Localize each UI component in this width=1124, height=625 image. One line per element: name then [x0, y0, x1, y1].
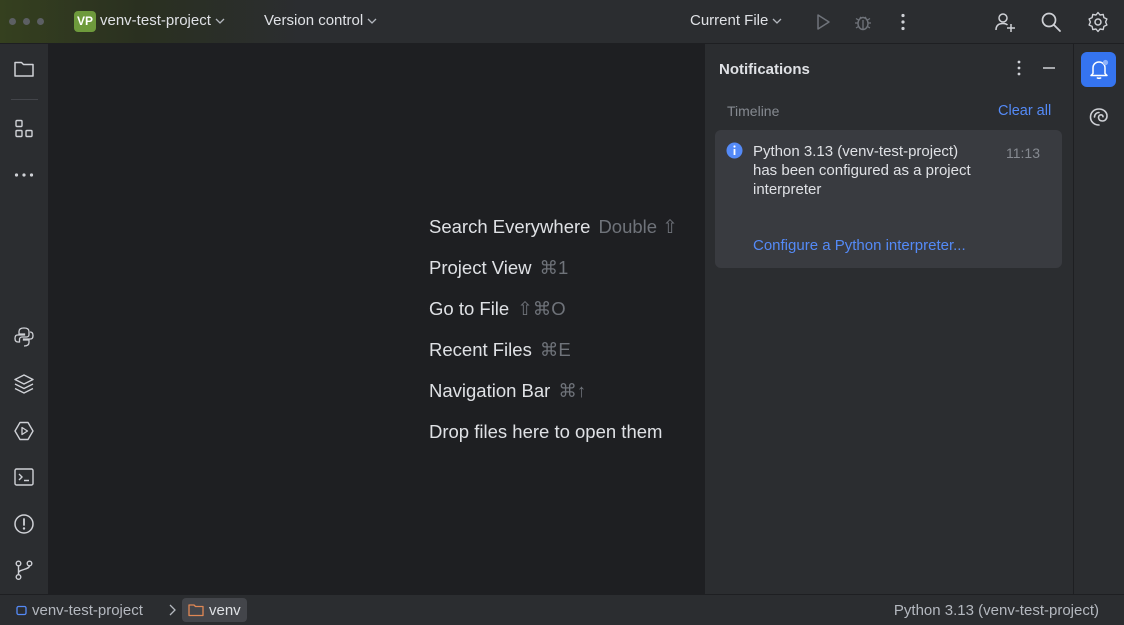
search-icon[interactable]: [1040, 11, 1062, 33]
ai-assistant-spiral-icon[interactable]: [1087, 105, 1111, 129]
tool-separator: [11, 99, 38, 100]
notification-time: 11:13: [1006, 145, 1040, 161]
maximize-window-dot[interactable]: [37, 18, 44, 25]
hint-shortcut: ⌘↑: [558, 380, 587, 401]
module-icon: [16, 605, 27, 616]
python-console-icon[interactable]: [12, 325, 36, 349]
minimize-window-dot[interactable]: [23, 18, 30, 25]
breadcrumb-folder-label: venv: [209, 601, 241, 619]
breadcrumb-project[interactable]: venv-test-project: [16, 602, 143, 619]
hint-go-to-file: Go to File ⇧⌘O: [429, 298, 566, 320]
more-actions-icon[interactable]: [892, 11, 914, 33]
configure-interpreter-link[interactable]: Configure a Python interpreter...: [753, 237, 966, 254]
title-bar: VP venv-test-project Version control Cur…: [0, 0, 1124, 44]
chevron-down-icon: [367, 18, 377, 24]
more-tools-icon[interactable]: [12, 163, 36, 187]
problems-icon[interactable]: [12, 512, 36, 536]
project-selector[interactable]: venv-test-project: [100, 12, 225, 29]
hint-project-view: Project View ⌘1: [429, 257, 568, 279]
notification-message: Python 3.13 (venv-test-project) has been…: [753, 143, 971, 198]
settings-gear-icon[interactable]: [1087, 11, 1109, 33]
breadcrumb-folder[interactable]: venv: [182, 598, 247, 622]
notifications-panel: Notifications Timeline Clear all Python …: [704, 44, 1073, 594]
services-icon[interactable]: [12, 419, 36, 443]
hint-label: Recent Files: [429, 339, 532, 360]
notifications-title: Notifications: [719, 61, 810, 78]
chevron-down-icon: [215, 18, 225, 24]
run-configuration-label: Current File: [690, 12, 769, 29]
run-configuration-selector[interactable]: Current File: [690, 12, 782, 29]
project-folder-icon[interactable]: [12, 57, 36, 81]
hint-shortcut: ⌘E: [539, 339, 571, 360]
timeline-label: Timeline: [727, 103, 780, 119]
folder-icon: [188, 604, 204, 617]
notifications-button[interactable]: [1081, 52, 1116, 87]
hint-label: Drop files here to open them: [429, 421, 663, 442]
bell-icon: [1090, 59, 1109, 79]
debug-icon[interactable]: [852, 11, 874, 33]
minimize-icon[interactable]: [1041, 59, 1057, 77]
hint-label: Navigation Bar: [429, 380, 551, 401]
hint-shortcut: ⌘1: [539, 257, 569, 278]
version-control-menu[interactable]: Version control: [264, 12, 377, 29]
python-interpreter-widget[interactable]: Python 3.13 (venv-test-project): [894, 602, 1099, 619]
left-tool-window-bar: [0, 44, 49, 594]
right-tool-window-bar: [1073, 44, 1124, 594]
hint-shortcut: ⇧⌘O: [517, 298, 566, 319]
hint-drop-files: Drop files here to open them: [429, 421, 662, 443]
more-options-icon[interactable]: [1011, 59, 1027, 77]
project-name: venv-test-project: [100, 12, 211, 29]
close-window-dot[interactable]: [9, 18, 16, 25]
info-icon: [726, 142, 743, 159]
chevron-down-icon: [772, 18, 782, 24]
hint-search-everywhere: Search Everywhere Double ⇧: [429, 216, 678, 238]
hint-recent-files: Recent Files ⌘E: [429, 339, 571, 361]
add-user-icon[interactable]: [994, 11, 1016, 33]
run-icon[interactable]: [812, 11, 834, 33]
hint-label: Project View: [429, 257, 532, 278]
structure-icon[interactable]: [12, 117, 36, 141]
version-control-label: Version control: [264, 12, 364, 29]
terminal-icon[interactable]: [12, 465, 36, 489]
python-packages-icon[interactable]: [12, 372, 36, 396]
clear-all-link[interactable]: Clear all: [998, 103, 1051, 119]
editor-empty-state: Search Everywhere Double ⇧ Project View ⌘1…: [50, 44, 704, 594]
hint-navigation-bar: Navigation Bar ⌘↑: [429, 380, 586, 402]
hint-label: Go to File: [429, 298, 510, 319]
chevron-right-icon: [169, 604, 176, 616]
hint-label: Search Everywhere: [429, 216, 591, 237]
project-badge[interactable]: VP: [74, 11, 96, 32]
window-controls[interactable]: [9, 18, 44, 25]
breadcrumb-project-label: venv-test-project: [32, 602, 143, 619]
git-branch-icon[interactable]: [12, 558, 36, 582]
hint-shortcut: Double ⇧: [598, 216, 678, 237]
notification-card[interactable]: Python 3.13 (venv-test-project) has been…: [715, 130, 1062, 268]
status-bar: venv-test-project venv Python 3.13 (venv…: [0, 594, 1124, 625]
